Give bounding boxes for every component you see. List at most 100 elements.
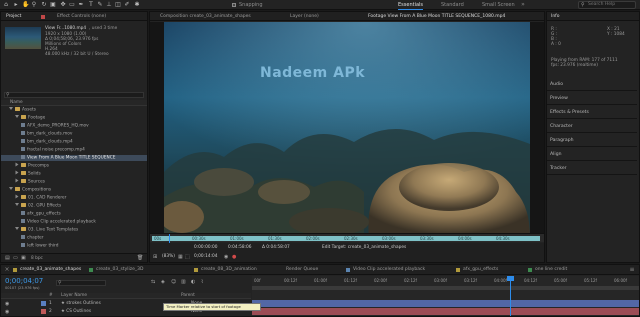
channel-icon[interactable]: ● [232,254,236,260]
timeline-ruler[interactable]: 00f 00:12f 01:00f 01:12f 02:00f 02:12f 03:00f 0… [252,278,639,284]
roto-brush-tool-icon[interactable]: ✐ [124,2,130,8]
new-composition-icon[interactable]: ▣ [21,255,26,261]
in-point-value[interactable]: 0:00:00:00 [194,245,217,250]
tree-item[interactable]: afx_gpu_effects [1,211,147,217]
comp-mini-flowchart-icon[interactable]: ⇆ [151,279,155,285]
tree-item[interactable]: View From A Blue Moon TITLE SEQUENCE [1,155,147,161]
tab-render-queue[interactable]: Render Queue [286,267,318,272]
disclosure-triangle-icon[interactable] [9,107,13,111]
timeline-playhead[interactable] [510,276,511,316]
motion-blur-icon[interactable]: ◐ [191,279,195,285]
tree-item[interactable]: bm_dark_clouds.mov [1,131,147,137]
tab-afx-gpu-effects[interactable]: afx_gpu_effects [463,267,498,272]
frame-blending-icon[interactable]: ▥ [181,279,186,285]
work-area[interactable] [252,286,639,290]
tab-one-line-credit[interactable]: one line credit [535,267,567,272]
interpret-footage-icon[interactable]: ▤ [5,255,10,261]
tree-folder[interactable]: 02. GPU Effects [1,203,147,209]
playhead[interactable] [169,234,170,243]
puppet-tool-icon[interactable]: ✱ [134,2,140,8]
section-paragraph[interactable]: Paragraph [547,134,637,147]
camera-tool-icon[interactable]: ▣ [50,2,56,8]
layer-search-input[interactable]: ⚲ [56,280,106,286]
zoom-tool-icon[interactable]: ⚲ [31,2,37,8]
mask-tool-icon[interactable]: ▭ [69,2,75,8]
hand-tool-icon[interactable]: ✋ [22,2,29,8]
section-audio[interactable]: Audio [547,78,637,91]
section-tracker[interactable]: Tracker [547,162,637,175]
brush-tool-icon[interactable]: ✎ [97,2,103,8]
close-icon[interactable]: × [4,267,10,273]
section-preview[interactable]: Preview [547,92,637,105]
tab-create-08-3d-animation[interactable]: create_08_3D_animation [201,267,257,272]
tab-composition[interactable]: Composition create_03_animate_shapes [160,14,251,19]
tab-video-clip-accelerated[interactable]: Video Clip accelerated playback [353,267,425,272]
current-time[interactable]: 0;00:14:04 [194,254,217,259]
tree-item[interactable]: fractal noise precomp.mp4 [1,147,147,153]
layer-name[interactable]: ★ strokes Outlines [61,300,101,308]
tab-footage[interactable]: Footage View From A Blue Moon TITLE SEQU… [368,14,505,19]
tree-folder[interactable]: Sources [1,178,147,185]
eye-icon[interactable]: ◉ [5,300,9,308]
bpc-label[interactable]: 8 bpc [31,256,43,261]
tab-create-03-stylize-3d[interactable]: create_03_stylize_3D [96,267,144,272]
disclosure-triangle-icon[interactable] [9,187,13,191]
type-tool-icon[interactable]: T [88,2,94,8]
tree-item[interactable]: left lower third [1,243,147,249]
selection-tool-icon[interactable]: ▸ [13,2,19,8]
clone-stamp-tool-icon[interactable]: ⊥ [106,2,112,8]
workspace-essentials[interactable]: Essentials [398,2,424,10]
layer-bar[interactable] [252,308,639,315]
grid-icon[interactable]: ▦ [178,254,183,260]
edit-target-label[interactable]: Edit Target: create_03_animate_shapes [322,245,406,250]
home-icon[interactable]: ⌂ [3,2,9,8]
section-effects-presets[interactable]: Effects & Presets [547,106,637,119]
layer-color-label[interactable] [41,301,46,306]
tab-layer[interactable]: Layer (none) [290,14,319,19]
layer-name[interactable]: ★ CS Outlines [61,308,91,316]
workspace-small-screen[interactable]: Small Screen [482,2,515,8]
shy-layers-icon[interactable]: ☺ [171,279,176,285]
draft-3d-icon[interactable]: ◈ [161,279,165,285]
disclosure-triangle-icon[interactable] [15,227,19,231]
mask-visibility-icon[interactable]: ⬚ [185,254,190,260]
disclosure-triangle-icon[interactable] [15,178,19,183]
tree-folder[interactable]: Footage [1,115,147,121]
layer-bar[interactable] [252,300,639,307]
disclosure-triangle-icon[interactable] [15,170,19,175]
section-align[interactable]: Align [547,148,637,161]
timeline-tracks[interactable]: 00f 00:12f 01:00f 01:12f 02:00f 02:12f 03:00f 0… [252,276,639,316]
section-character[interactable]: Character [547,120,637,133]
tree-folder[interactable]: Solids [1,170,147,177]
zoom-level[interactable]: (83%) [162,254,175,259]
tree-item[interactable]: AFX_demo_PRORES_HQ.mov [1,123,147,129]
graph-editor-icon[interactable]: ⌇ [201,279,203,285]
eye-icon[interactable]: ◉ [5,308,9,316]
disclosure-triangle-icon[interactable] [15,194,19,199]
tree-folder[interactable]: 03. Live Text Templates [1,227,147,233]
tree-item[interactable]: chapter [1,235,147,241]
search-help-input[interactable]: ⚲ Search Help [578,1,636,9]
footage-time-ruler[interactable]: 00s 00:30s 01:00s 01:30s 02:00s 02:30s 03:00s 0… [150,233,544,243]
new-folder-icon[interactable]: ▭ [13,255,18,261]
disclosure-triangle-icon[interactable] [15,115,19,119]
column-header[interactable]: Name [1,100,147,106]
tab-create-03-animate-shapes[interactable]: create_03_animate_shapes [20,267,81,272]
tab-info[interactable]: Info [551,14,560,19]
pen-tool-icon[interactable]: ✒ [78,2,84,8]
snapshot-icon[interactable]: ◉ [224,254,228,260]
out-point-value[interactable]: 0:04:58:06 [228,245,251,250]
always-preview-icon[interactable]: ⊞ [153,254,157,260]
layer-color-label[interactable] [41,309,46,314]
tab-project[interactable]: Project [6,14,21,19]
project-search-input[interactable]: ⚲ [4,92,144,98]
tree-item[interactable]: bm_dark_clouds.mp4 [1,139,147,145]
workspace-overflow-icon[interactable]: » [520,2,526,8]
tree-folder[interactable]: Assets [1,107,147,113]
snapping-checkbox[interactable] [232,3,236,7]
tree-item[interactable]: Video Clip accelerated playback [1,219,147,225]
playhead-handle[interactable] [507,276,514,281]
panel-menu-icon[interactable]: ≡ [629,267,635,273]
disclosure-triangle-icon[interactable] [15,162,19,167]
viewer-area[interactable]: Nadeem APk [150,22,544,238]
